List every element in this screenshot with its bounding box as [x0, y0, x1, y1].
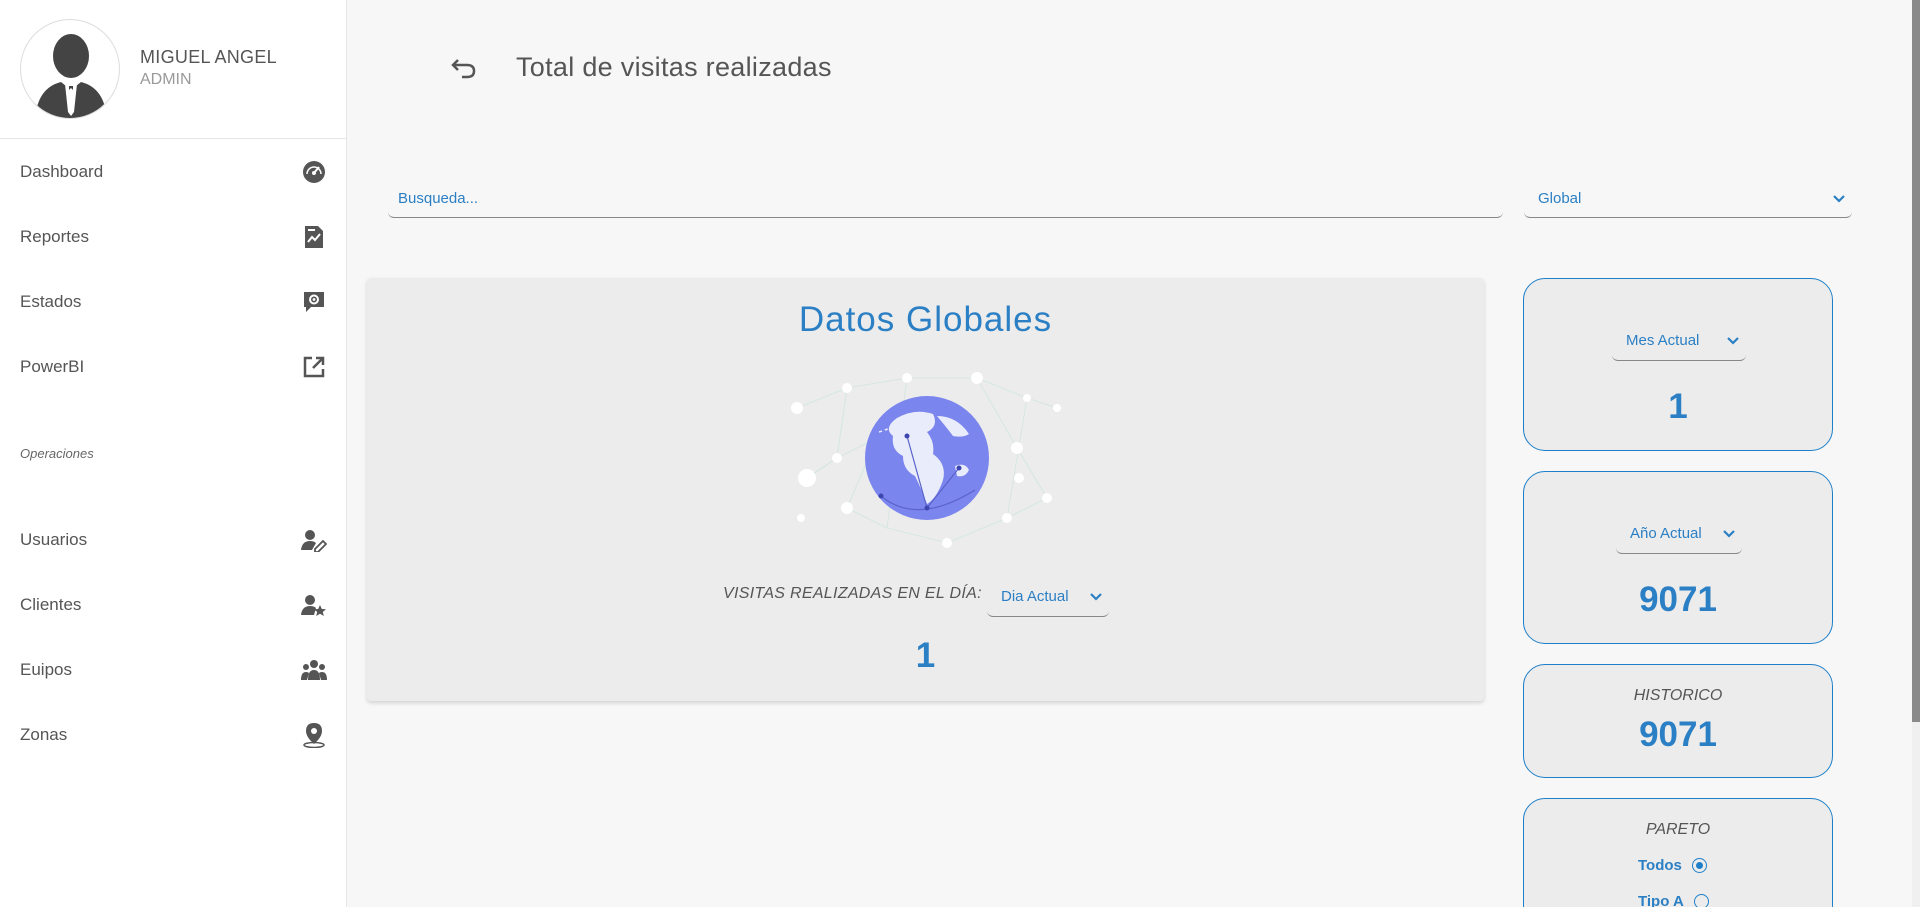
pareto-card: PARETO Todos Tipo A [1523, 798, 1833, 907]
scrollbar-thumb[interactable] [1912, 0, 1920, 722]
day-visits-value: 1 [915, 636, 936, 675]
radio-button-checked[interactable] [1691, 858, 1707, 873]
sidebar-item-label: Dashboard [20, 162, 104, 181]
avatar[interactable] [20, 19, 120, 119]
pareto-option-todos[interactable]: Todos [1638, 857, 1707, 874]
report-chart-icon [301, 224, 327, 250]
search-field[interactable] [388, 180, 1503, 218]
profile-section: MIGUEL ANGEL ADMIN [0, 0, 346, 139]
chevron-down-icon [1833, 194, 1845, 203]
chevron-down-icon [1727, 336, 1739, 345]
back-button[interactable] [449, 52, 479, 82]
chat-gear-icon [301, 289, 327, 315]
sidebar-item-label: Euipos [20, 660, 72, 679]
user-silhouette-icon [35, 34, 107, 118]
page-title: Total de visitas realizadas [516, 52, 832, 82]
team-icon [301, 657, 327, 683]
visits-day-label: VISITAS REALIZADAS EN EL DÍA: [723, 585, 982, 602]
radio-label: Tipo A [1638, 893, 1684, 907]
scope-select-value: Global [1538, 190, 1582, 207]
month-select-value: Mes Actual [1626, 332, 1700, 349]
section-label-operaciones: Operaciones [20, 446, 94, 461]
pareto-label: PARETO [1645, 821, 1711, 838]
year-select[interactable]: Año Actual [1616, 514, 1742, 554]
sidebar-item-label: PowerBI [20, 357, 85, 376]
historic-value: 9071 [1639, 715, 1717, 754]
external-link-icon [301, 354, 327, 380]
historic-stat-card: HISTORICO 9071 [1523, 664, 1833, 778]
user-edit-icon [301, 527, 327, 553]
sidebar: MIGUEL ANGEL ADMIN Dashboard Reportes Es… [0, 0, 347, 907]
undo-arrow-icon [451, 59, 476, 79]
day-select-value: Dia Actual [1001, 588, 1069, 605]
user-star-icon [301, 592, 327, 618]
chevron-down-icon [1723, 529, 1735, 538]
sidebar-item-label: Zonas [20, 725, 68, 744]
map-pin-icon [301, 722, 327, 748]
profile-role: ADMIN [140, 71, 192, 88]
globe-icon [791, 372, 1061, 548]
sidebar-item-clientes[interactable]: Clientes [0, 585, 347, 625]
global-data-card: Datos Globales VISITAS REALIZADAS EN EL … [367, 278, 1484, 701]
sidebar-item-label: Clientes [20, 595, 82, 614]
day-select[interactable]: Dia Actual [987, 577, 1109, 617]
pareto-option-tipo[interactable]: Tipo A [1638, 893, 1709, 907]
sidebar-item-usuarios[interactable]: Usuarios [0, 520, 347, 560]
year-stat-card: Año Actual 9071 [1523, 471, 1833, 644]
month-select[interactable]: Mes Actual [1612, 321, 1746, 361]
globe-illustration [787, 358, 1067, 558]
scope-select[interactable]: Global [1524, 180, 1852, 218]
month-stat-card: Mes Actual 1 [1523, 278, 1833, 451]
month-value: 1 [1668, 387, 1688, 426]
year-select-value: Año Actual [1630, 525, 1702, 542]
sidebar-item-label: Usuarios [20, 530, 88, 549]
historic-label: HISTORICO [1633, 687, 1723, 704]
sidebar-item-powerbi[interactable]: PowerBI [0, 347, 347, 387]
year-value: 9071 [1639, 580, 1717, 619]
sidebar-item-label: Estados [20, 292, 82, 311]
search-input[interactable] [388, 180, 1503, 217]
sidebar-item-dashboard[interactable]: Dashboard [0, 152, 347, 192]
chevron-down-icon [1090, 592, 1102, 601]
card-title: Datos Globales [798, 300, 1053, 339]
profile-name: MIGUEL ANGEL [140, 47, 277, 67]
radio-button[interactable] [1693, 894, 1709, 907]
sidebar-item-reportes[interactable]: Reportes [0, 217, 347, 257]
sidebar-item-label: Reportes [20, 227, 89, 246]
page-scrollbar[interactable] [1912, 0, 1920, 907]
sidebar-item-zonas[interactable]: Zonas [0, 715, 347, 755]
sidebar-item-euipos[interactable]: Euipos [0, 650, 347, 690]
speedometer-icon [301, 159, 327, 185]
radio-label: Todos [1638, 857, 1682, 874]
sidebar-item-estados[interactable]: Estados [0, 282, 347, 322]
